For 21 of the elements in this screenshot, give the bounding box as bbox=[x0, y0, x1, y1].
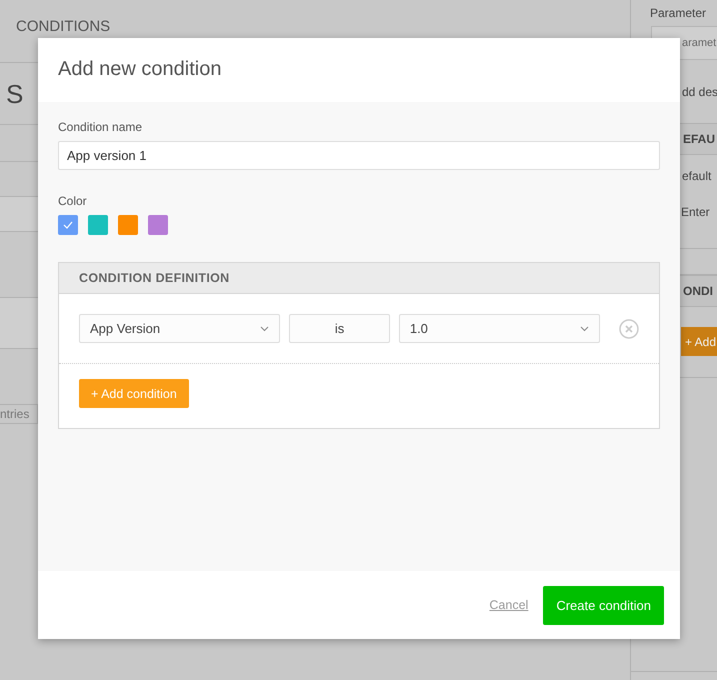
field-label: Color bbox=[58, 194, 88, 208]
color-swatch[interactable] bbox=[118, 215, 138, 235]
dialog-title: Add new condition bbox=[58, 58, 222, 80]
attribute-select[interactable]: App Version bbox=[79, 314, 280, 343]
remove-icon[interactable] bbox=[619, 318, 640, 338]
value-input-field[interactable]: Enter bbox=[681, 204, 710, 218]
color-swatch[interactable] bbox=[148, 215, 168, 235]
panel-title: S bbox=[6, 79, 24, 109]
color-swatch[interactable] bbox=[88, 215, 108, 235]
name-input-field[interactable]: App version 1 bbox=[58, 141, 660, 170]
field-label: efault bbox=[682, 169, 712, 183]
card-title: CONDITION DEFINITION bbox=[79, 271, 230, 285]
field-label: Condition name bbox=[58, 120, 144, 134]
caret-icon bbox=[260, 326, 270, 332]
section-title: CONDITIONS bbox=[16, 18, 110, 35]
field-label: Parameter bbox=[650, 6, 706, 20]
operator-field[interactable]: is bbox=[289, 314, 390, 343]
value-select[interactable]: 1.0 bbox=[398, 314, 600, 343]
color-swatch[interactable] bbox=[58, 215, 78, 235]
caret-icon bbox=[580, 326, 590, 332]
check-icon bbox=[63, 221, 73, 229]
